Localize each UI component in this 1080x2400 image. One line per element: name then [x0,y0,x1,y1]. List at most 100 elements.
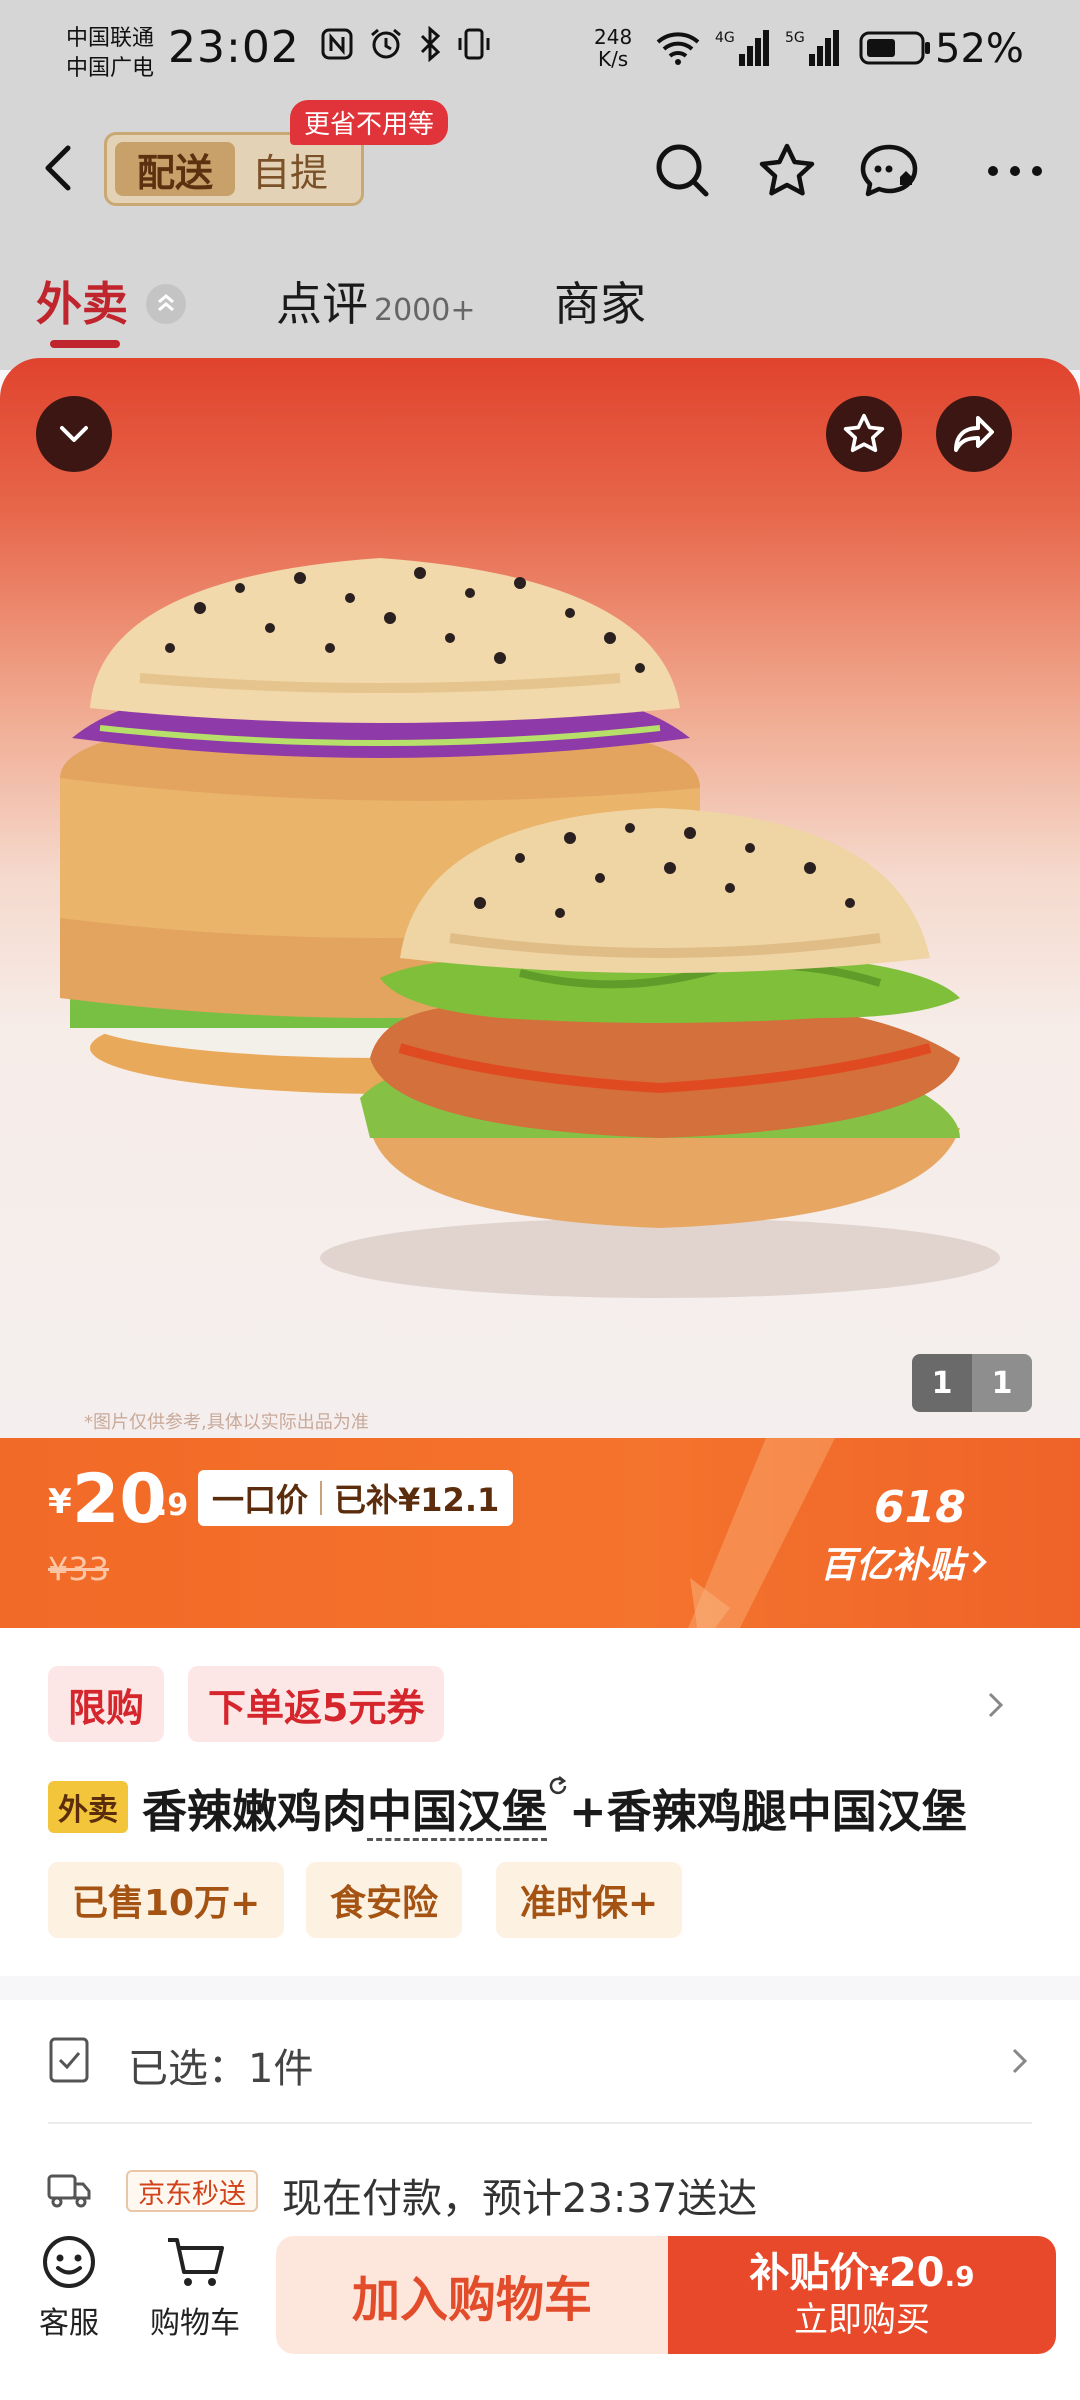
alarm-icon [371,28,401,59]
status-time: 23:02 [168,22,300,73]
title-part-1: 香辣嫩鸡肉 [142,1784,368,1838]
product-image-carousel[interactable]: *图片仅供参考,具体以实际出品为准 1 1 [0,358,1080,1438]
customer-service-button[interactable]: 客服 [14,2234,124,2342]
takeout-tag: 外卖 [48,1781,128,1833]
status-bar: 中国联通 中国广电 23:02 248 K/s 4G 5G 52% [0,0,1080,110]
net-speed: 248 K/s [594,26,632,70]
mode-pickup-button[interactable]: 自提 [235,142,345,196]
more-button[interactable] [982,138,1048,204]
product-title-row: 外卖 香辣嫩鸡肉中国汉堡 +香辣鸡腿中国汉堡 [48,1772,1048,1842]
tab-reviews-count: 2000+ [374,293,476,328]
price-currency: ¥ [48,1482,72,1522]
signal-group: 4G 5G [655,28,933,68]
vibrate-icon [458,28,490,60]
limit-purchase-chip: 限购 [48,1666,165,1742]
buy-price-label: 补贴价 [749,2250,870,2296]
spec-icon [49,2037,89,2083]
cart-button[interactable]: 购物车 [140,2234,250,2342]
spec-chevron-right-icon [1012,2048,1028,2074]
event-618-label: 618 [874,1482,966,1533]
refresh-mark-icon [549,1775,567,1794]
image-favorite-button[interactable] [826,396,902,472]
selected-spec-label: 已选：1件 [128,2046,314,2092]
back-arrow-icon [45,145,71,191]
buy-price-currency: ¥ [869,2260,889,2293]
net-speed-value: 248 [594,25,633,49]
collapse-image-button[interactable] [36,396,112,472]
title-part-3: +香辣鸡腿中国汉堡 [569,1784,967,1838]
bluetooth-icon [420,26,441,62]
nav-row: 配送 自提 更省不用等 [0,100,1080,220]
svg-text:4G: 4G [715,30,735,46]
jd-express-tag: 京东秒送 [126,2170,258,2212]
customer-service-label: 客服 [39,2306,99,2341]
buy-price-integer: 20 [888,2250,945,2296]
subsidy-tag: 已补¥12.1 [334,1481,500,1519]
chevron-down-icon [60,426,88,442]
share-button[interactable] [936,396,1012,472]
nfc-icon [321,28,353,60]
tag-separator [320,1481,323,1515]
pickup-promo-tag: 更省不用等 [290,100,449,145]
top-area: 中国联通 中国广电 23:02 248 K/s 4G 5G 52% 配送 自提 [0,0,1080,370]
tab-merchant[interactable]: 商家 [554,268,646,334]
burger-product-image [60,558,1000,1298]
buy-now-button[interactable]: 补贴价¥20.9 立即购买 [668,2236,1056,2354]
battery-icon [859,31,930,65]
signal-4g-icon: 4G [715,30,769,66]
customer-service-icon [43,2236,95,2288]
price-decimal: .9 [156,1488,189,1523]
back-button[interactable] [30,138,90,198]
original-price: ¥33 [48,1550,110,1588]
divider [48,2122,1032,2124]
carrier-2: 中国广电 [66,56,155,81]
tab-takeout[interactable]: 外卖 [36,268,128,334]
buy-now-price: 补贴价¥20.9 [749,2250,974,2300]
food-safety-chip[interactable]: 食安险 [306,1862,463,1938]
collapse-up-icon [158,294,174,312]
carrier-info: 中国联通 中国广电 [66,24,154,84]
star-outline-icon [843,413,885,453]
selected-spec-row[interactable]: 已选：1件 [0,2000,1080,2120]
page-tabs: 外卖 点评 2000+ 商家 [0,258,1080,358]
title-part-2[interactable]: 中国汉堡 [367,1784,548,1841]
ontime-guarantee-chip[interactable]: 准时保+ [496,1862,683,1938]
price-tags: 一口价 已补¥12.1 [198,1470,514,1526]
shipping-eta: 现在付款，预计23:37送达 [282,2176,758,2222]
bottom-action-bar: 客服 购物车 加入购物车 补贴价¥20.9 立即购买 [0,2220,1080,2400]
favorite-button[interactable] [754,138,820,204]
cart-label: 购物车 [150,2306,240,2341]
promo-chevron-right-icon[interactable] [986,1690,1006,1720]
price-integer: 20 [72,1460,167,1539]
cart-icon [168,2238,224,2286]
buy-now-label: 立即购买 [794,2300,930,2340]
tab-collapse-badge[interactable] [146,284,186,324]
subsidy-event-label: 百亿补贴 [820,1545,965,1586]
net-speed-unit: K/s [597,47,629,71]
mode-delivery-button[interactable]: 配送 [115,142,235,196]
active-tab-indicator [50,340,120,348]
tab-reviews[interactable]: 点评 2000+ [276,268,475,334]
search-icon [656,144,709,197]
status-icons [320,26,492,62]
share-icon [954,416,994,452]
image-disclaimer: *图片仅供参考,具体以实际出品为准 [84,1412,369,1433]
message-button[interactable] [856,138,922,204]
tab-reviews-label: 点评 [276,277,368,331]
sold-count-chip: 已售10万+ [48,1862,285,1938]
chat-icon [860,144,918,197]
search-button[interactable] [650,138,716,204]
signal-5g-icon: 5G [785,30,839,66]
coupon-chip[interactable]: 下单返5元券 [188,1666,445,1742]
carrier-1: 中国联通 [66,26,155,51]
svg-text:5G: 5G [785,30,805,46]
product-title: 香辣嫩鸡肉中国汉堡 +香辣鸡腿中国汉堡 [142,1775,967,1841]
subsidy-event-link[interactable]: 百亿补贴 [820,1536,988,1588]
product-info-card: 限购 下单返5元券 外卖 香辣嫩鸡肉中国汉堡 +香辣鸡腿中国汉堡 已售10万+ 食… [0,1628,1080,1976]
fixed-price-tag: 一口价 [212,1481,309,1519]
add-to-cart-button[interactable]: 加入购物车 [276,2236,668,2354]
star-icon [759,143,815,196]
more-dots-icon [988,166,1042,176]
chevron-right-icon [972,1550,987,1574]
price-bar: ¥ 20 .9 一口价 已补¥12.1 ¥33 618 百亿补贴 [0,1438,1080,1628]
